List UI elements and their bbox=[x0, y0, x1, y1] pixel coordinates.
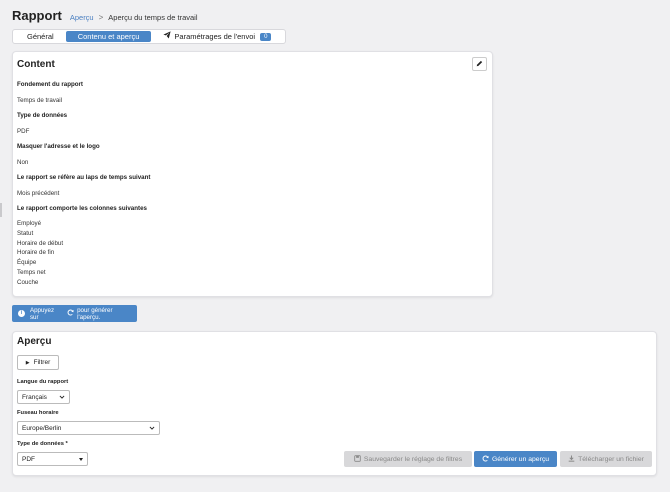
hint-text-after: pour générer l'aperçu. bbox=[77, 306, 113, 321]
save-filters-label: Sauvegarder le réglage de filtres bbox=[363, 455, 463, 463]
floppy-disk-icon bbox=[354, 454, 361, 464]
field-label: Le rapport se réfère au laps de temps su… bbox=[17, 174, 151, 181]
datatype-label: Type de données * bbox=[17, 441, 68, 447]
list-item: Équipe bbox=[17, 259, 37, 267]
tab-bar: Général Contenu et aperçu Paramétrages d… bbox=[12, 29, 287, 44]
list-item: Temps net bbox=[17, 268, 46, 276]
field-value: Mois précédent bbox=[17, 190, 60, 197]
list-item: Couche bbox=[17, 278, 39, 286]
hint-text-before: Appuyez sur bbox=[29, 306, 55, 321]
tab-send-settings-label: Paramétrages de l'envoi bbox=[174, 32, 256, 41]
paper-plane-icon bbox=[163, 30, 172, 43]
filter-label: Filtrer bbox=[33, 359, 51, 366]
timezone-label: Fuseau horaire bbox=[17, 410, 59, 416]
timezone-select[interactable]: Europe/Berlin bbox=[17, 421, 160, 435]
side-edge-marker bbox=[0, 203, 2, 217]
field-label: Le rapport comporte les colonnes suivant… bbox=[17, 205, 147, 212]
page-header: Rapport Aperçu > Aperçu du temps de trav… bbox=[12, 8, 198, 26]
language-label: Langue du rapport bbox=[17, 379, 69, 385]
generate-preview-button[interactable]: Générer un aperçu bbox=[474, 451, 557, 467]
field-value: Temps de travail bbox=[17, 97, 63, 104]
caret-right-icon: ▶ bbox=[25, 359, 30, 366]
tab-content-preview[interactable]: Contenu et aperçu bbox=[65, 31, 152, 42]
tab-content-preview-label: Contenu et aperçu bbox=[77, 32, 140, 41]
tab-general-label: Général bbox=[27, 32, 54, 41]
refresh-icon bbox=[482, 455, 489, 464]
preview-card-title: Aperçu bbox=[17, 336, 52, 347]
list-item: Horaire de début bbox=[17, 239, 64, 247]
language-select[interactable]: Français bbox=[17, 390, 70, 404]
field-value: Non bbox=[17, 159, 29, 166]
datatype-select[interactable]: PDF bbox=[17, 452, 88, 466]
field-label: Type de données bbox=[17, 112, 68, 119]
save-filters-button[interactable]: Sauvegarder le réglage de filtres bbox=[344, 451, 472, 467]
columns-list: Employé Statut Horaire de début Horaire … bbox=[17, 219, 63, 288]
field-hide-address-logo: Masquer l'adresse et le logo Non bbox=[17, 143, 100, 166]
breadcrumb-link[interactable]: Aperçu bbox=[70, 13, 94, 22]
list-item: Horaire de fin bbox=[17, 249, 55, 257]
field-report-basis: Fondement du rapport Temps de travail bbox=[17, 81, 83, 104]
content-card: Content Fondement du rapport Temps de tr… bbox=[12, 51, 493, 297]
field-data-type: Type de données PDF bbox=[17, 112, 67, 135]
generate-preview-label: Générer un aperçu bbox=[491, 455, 550, 463]
tab-send-settings[interactable]: Paramétrages de l'envoi 0 bbox=[151, 30, 283, 43]
download-file-label: Télécharger un fichier bbox=[578, 455, 644, 463]
chevron-down-icon bbox=[59, 394, 65, 400]
page-title: Rapport bbox=[12, 8, 62, 23]
field-label: Masquer l'adresse et le logo bbox=[17, 143, 100, 150]
refresh-icon bbox=[67, 309, 74, 318]
datatype-value: PDF bbox=[22, 455, 35, 463]
download-icon bbox=[568, 455, 575, 464]
pencil-icon bbox=[476, 60, 483, 69]
content-card-title: Content bbox=[17, 59, 55, 70]
info-icon: i bbox=[18, 310, 25, 317]
breadcrumb-separator: > bbox=[98, 13, 104, 22]
field-value: PDF bbox=[17, 128, 30, 135]
breadcrumb-current: Aperçu du temps de travail bbox=[108, 13, 198, 22]
download-file-button[interactable]: Télécharger un fichier bbox=[560, 451, 652, 467]
list-item: Employé bbox=[17, 220, 42, 227]
preview-card: Aperçu ▶ Filtrer Langue du rapport Franç… bbox=[12, 331, 657, 476]
field-time-period: Le rapport se réfère au laps de temps su… bbox=[17, 174, 150, 197]
tab-general[interactable]: Général bbox=[15, 31, 66, 42]
field-columns: Le rapport comporte les colonnes suivant… bbox=[17, 205, 147, 212]
edit-content-button[interactable] bbox=[472, 57, 487, 71]
timezone-value: Europe/Berlin bbox=[22, 424, 62, 432]
language-value: Français bbox=[22, 393, 47, 401]
send-settings-count-badge: 0 bbox=[260, 32, 272, 41]
list-item: Statut bbox=[17, 229, 34, 237]
filter-toggle-button[interactable]: ▶ Filtrer bbox=[17, 355, 59, 370]
caret-down-icon bbox=[79, 458, 83, 461]
field-label: Fondement du rapport bbox=[17, 81, 83, 88]
generate-preview-hint: i Appuyez sur pour générer l'aperçu. bbox=[12, 305, 137, 322]
chevron-down-icon bbox=[149, 425, 155, 431]
